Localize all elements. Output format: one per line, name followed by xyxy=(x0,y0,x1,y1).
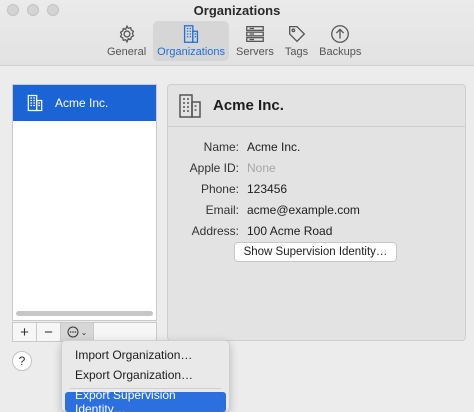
window-title: Organizations xyxy=(193,3,281,18)
remove-organization-button[interactable]: − xyxy=(37,323,61,341)
field-value: 123456 xyxy=(247,182,288,196)
action-menu-button[interactable]: ⌄ xyxy=(61,323,94,341)
tab-label: Backups xyxy=(319,46,362,58)
preferences-toolbar: General Organizations Servers Tags Backu… xyxy=(103,21,368,61)
organization-details: Acme Inc. Name: Acme Inc. Apple ID: None… xyxy=(167,84,466,341)
menu-item-export-organization[interactable]: Export Organization… xyxy=(65,365,226,385)
field-value: 100 Acme Road xyxy=(247,224,333,238)
field-label: Email: xyxy=(205,203,239,217)
list-item[interactable]: Acme Inc. xyxy=(13,85,156,121)
field-label: Address: xyxy=(191,224,239,238)
list-item-label: Acme Inc. xyxy=(55,96,109,110)
field-email: Email: acme@example.com xyxy=(168,201,465,219)
details-header: Acme Inc. xyxy=(168,85,465,127)
field-address: Address: 100 Acme Road xyxy=(168,222,465,240)
list-button-bar: + − ⌄ xyxy=(12,322,157,342)
field-phone: Phone: 123456 xyxy=(168,180,465,198)
field-apple-id: Apple ID: None xyxy=(168,159,465,177)
field-value: acme@example.com xyxy=(247,203,360,217)
tab-label: Organizations xyxy=(157,46,226,58)
field-label: Name: xyxy=(203,140,239,154)
gear-icon xyxy=(119,24,134,44)
field-label: Phone: xyxy=(200,182,239,196)
building-icon xyxy=(184,25,199,43)
field-label: Apple ID: xyxy=(189,161,239,175)
menu-item-export-supervision-identity[interactable]: Export Supervision Identity… xyxy=(65,388,226,412)
field-value: None xyxy=(247,161,276,175)
window: Organizations General Organizations Serv… xyxy=(0,0,474,412)
upload-arrow-icon xyxy=(331,25,350,43)
organization-list[interactable]: Acme Inc. xyxy=(12,84,157,321)
field-value: Acme Inc. xyxy=(247,140,301,154)
tab-label: General xyxy=(107,46,147,58)
tab-tags[interactable]: Tags xyxy=(281,21,312,61)
tab-organizations[interactable]: Organizations xyxy=(153,21,230,61)
add-organization-button[interactable]: + xyxy=(13,323,37,341)
tab-label: Tags xyxy=(284,46,309,58)
tab-general[interactable]: General xyxy=(103,21,150,61)
tab-servers[interactable]: Servers xyxy=(232,21,278,61)
field-name: Name: Acme Inc. xyxy=(168,138,465,156)
action-context-menu: Import Organization… Export Organization… xyxy=(61,340,230,412)
tab-backups[interactable]: Backups xyxy=(315,21,365,61)
building-icon xyxy=(179,93,201,118)
horizontal-scrollbar[interactable] xyxy=(16,311,153,316)
ellipsis-circle-icon xyxy=(67,326,79,338)
chevron-down-icon: ⌄ xyxy=(80,327,88,337)
help-button[interactable]: ? xyxy=(12,351,32,371)
tag-icon xyxy=(288,26,305,43)
tab-label: Servers xyxy=(236,46,274,58)
server-icon xyxy=(246,26,264,42)
title-bar: Organizations General Organizations Serv… xyxy=(0,0,474,66)
details-title: Acme Inc. xyxy=(213,97,284,114)
menu-item-import-organization[interactable]: Import Organization… xyxy=(65,345,226,365)
show-supervision-identity-button[interactable]: Show Supervision Identity… xyxy=(234,242,397,262)
building-icon xyxy=(27,94,43,112)
